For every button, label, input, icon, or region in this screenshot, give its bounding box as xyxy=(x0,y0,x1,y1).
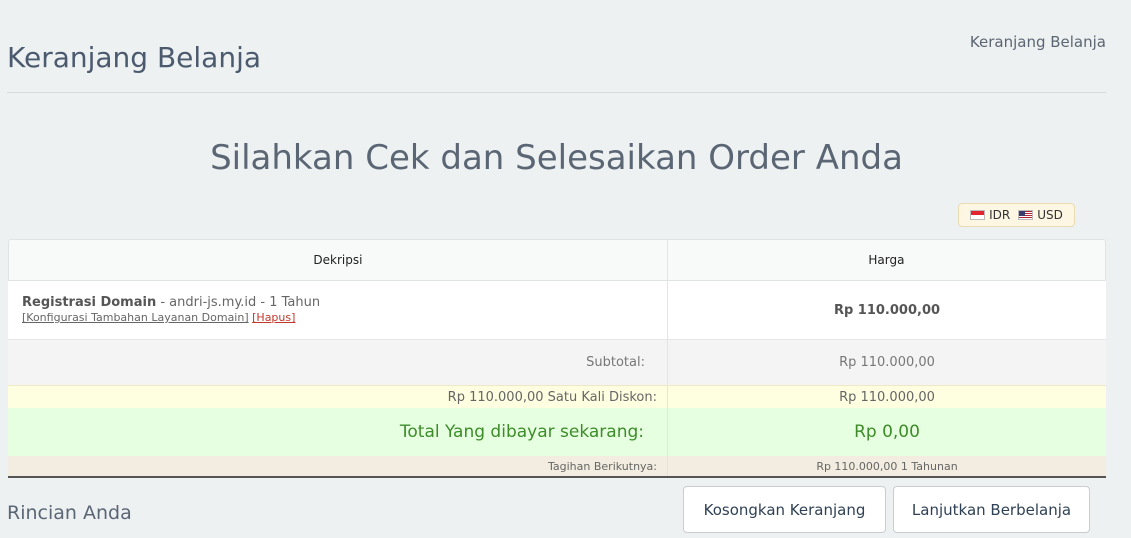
breadcrumb[interactable]: Keranjang Belanja xyxy=(970,33,1106,51)
currency-switcher: IDR USD xyxy=(958,203,1075,227)
item-price: Rp 110.000,00 xyxy=(667,281,1106,339)
subtotal-row: Subtotal: Rp 110.000,00 xyxy=(8,340,1106,385)
currency-usd-label: USD xyxy=(1037,208,1063,222)
currency-usd[interactable]: USD xyxy=(1018,208,1063,222)
cart-table: Dekripsi Harga Registrasi Domain - andri… xyxy=(8,239,1106,478)
item-detail: - andri-js.my.id - 1 Tahun xyxy=(156,295,321,310)
configure-domain-link[interactable]: [Konfigurasi Tambahan Layanan Domain] xyxy=(22,311,249,324)
page-title: Keranjang Belanja xyxy=(7,40,262,74)
total-row: Total Yang dibayar sekarang: Rp 0,00 xyxy=(8,408,1106,456)
flag-usa-icon xyxy=(1018,210,1034,220)
subtotal-value: Rp 110.000,00 xyxy=(667,340,1106,385)
item-description: Registrasi Domain - andri-js.my.id - 1 T… xyxy=(8,281,667,339)
recurring-value: Rp 110.000,00 1 Tahunan xyxy=(667,456,1106,476)
subtotal-label: Subtotal: xyxy=(586,355,645,370)
cart-header-row: Dekripsi Harga xyxy=(8,239,1106,281)
total-label: Total Yang dibayar sekarang: xyxy=(399,422,644,442)
header-divider xyxy=(7,92,1106,93)
header-price: Harga xyxy=(666,240,1105,280)
order-heading: Silahkan Cek dan Selesaikan Order Anda xyxy=(210,138,903,178)
item-name: Registrasi Domain xyxy=(22,295,157,310)
details-title: Rincian Anda xyxy=(7,502,132,524)
currency-idr[interactable]: IDR xyxy=(970,208,1010,222)
discount-label: Rp 110.000,00 Satu Kali Diskon: xyxy=(447,389,657,405)
remove-item-link[interactable]: [Hapus] xyxy=(252,311,295,324)
recurring-label: Tagihan Berikutnya: xyxy=(548,459,657,473)
recurring-row: Tagihan Berikutnya: Rp 110.000,00 1 Tahu… xyxy=(8,456,1106,478)
flag-indonesia-icon xyxy=(970,210,986,220)
empty-cart-button[interactable]: Kosongkan Keranjang xyxy=(683,486,886,533)
discount-row: Rp 110.000,00 Satu Kali Diskon: Rp 110.0… xyxy=(8,385,1106,408)
currency-idr-label: IDR xyxy=(989,208,1011,222)
continue-shopping-button[interactable]: Lanjutkan Berbelanja xyxy=(893,486,1090,533)
header-description: Dekripsi xyxy=(313,253,363,267)
total-value: Rp 0,00 xyxy=(667,408,1106,456)
discount-value: Rp 110.000,00 xyxy=(667,386,1106,408)
table-row: Registrasi Domain - andri-js.my.id - 1 T… xyxy=(8,281,1106,340)
